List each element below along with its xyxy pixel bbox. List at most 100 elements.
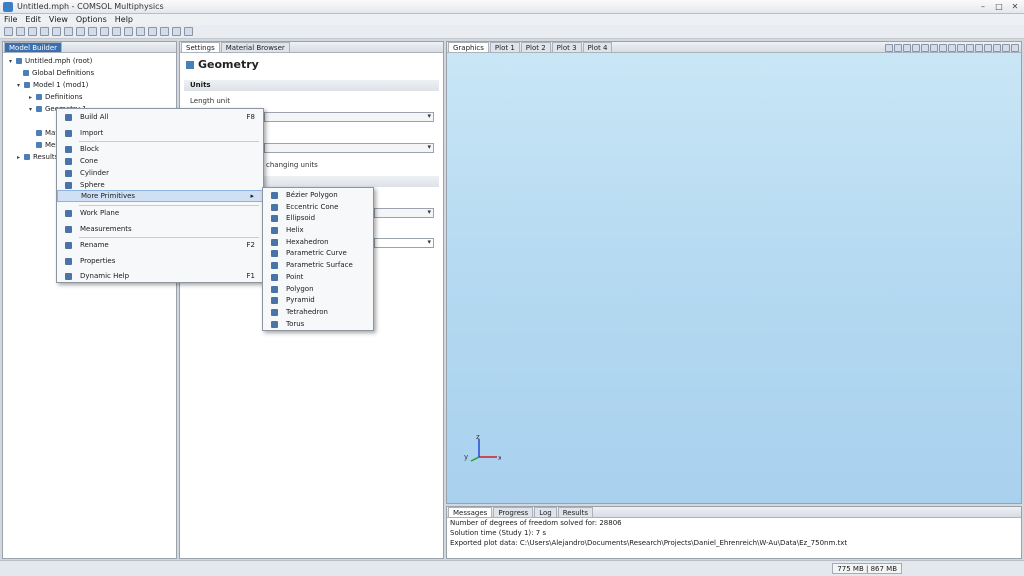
expand-icon[interactable]: ▸ (29, 94, 34, 101)
menu-edit[interactable]: Edit (25, 15, 41, 24)
save-icon[interactable] (28, 27, 37, 36)
minimize-button[interactable]: – (976, 1, 990, 12)
plot-icon[interactable] (160, 27, 169, 36)
submenu-item-helix[interactable]: Helix (263, 224, 373, 236)
zoom-extents-icon[interactable] (912, 43, 920, 52)
wireframe-icon[interactable] (930, 43, 938, 52)
globe-icon (23, 70, 29, 76)
tree-item-definitions[interactable]: ▸ Definitions (29, 93, 83, 101)
expand-icon[interactable]: ▾ (17, 82, 22, 89)
axis-y-label: y (464, 453, 468, 461)
menu-item-rename[interactable]: Rename F2 (57, 239, 263, 251)
zoom-in-icon[interactable] (885, 43, 893, 52)
menu-item-more-primitives[interactable]: More Primitives ▸ (57, 190, 263, 202)
view-zx-icon[interactable] (957, 43, 965, 52)
close-button[interactable]: ✕ (1008, 1, 1022, 12)
main-toolbar (0, 25, 1024, 39)
tab-settings[interactable]: Settings (181, 42, 220, 52)
select-domains-icon[interactable] (966, 43, 974, 52)
menu-item-properties[interactable]: Properties (57, 255, 263, 267)
menu-item-work-plane[interactable]: Work Plane (57, 207, 263, 219)
messages-panel: Messages Progress Log Results Number of … (446, 506, 1022, 559)
select-edges-icon[interactable] (984, 43, 992, 52)
select-points-icon[interactable] (993, 43, 1001, 52)
print-icon[interactable] (40, 27, 49, 36)
tab-progress[interactable]: Progress (493, 507, 534, 517)
units-section-header[interactable]: Units (184, 80, 439, 91)
zoom-out-icon[interactable] (894, 43, 902, 52)
submenu-item-torus[interactable]: Torus (263, 318, 373, 330)
menu-help[interactable]: Help (115, 15, 133, 24)
open-icon[interactable] (16, 27, 25, 36)
expand-icon[interactable]: ▾ (9, 58, 14, 65)
expand-icon[interactable]: ▸ (17, 154, 22, 161)
maximize-button[interactable]: □ (992, 1, 1006, 12)
geometry-icon (186, 60, 194, 69)
tree-item-model[interactable]: ▾ Model 1 (mod1) (17, 81, 88, 89)
tolerance-field[interactable] (374, 238, 434, 248)
tab-graphics[interactable]: Graphics (448, 42, 489, 52)
geometry-representation-select[interactable] (374, 208, 434, 218)
tab-log[interactable]: Log (534, 507, 557, 517)
menu-item-import[interactable]: Import (57, 127, 263, 139)
submenu-item-parametric-surface[interactable]: Parametric Surface (263, 259, 373, 271)
menu-item-block[interactable]: Block (57, 143, 263, 155)
export-icon[interactable] (172, 27, 181, 36)
view-yz-icon[interactable] (948, 43, 956, 52)
menu-bar: File Edit View Options Help (0, 14, 1024, 25)
mesh-icon[interactable] (112, 27, 121, 36)
print-icon[interactable] (1011, 43, 1019, 52)
tab-messages[interactable]: Messages (448, 507, 493, 517)
tab-results[interactable]: Results (557, 507, 593, 517)
length-unit-select[interactable] (264, 112, 434, 122)
transparency-icon[interactable] (921, 43, 929, 52)
window-controls: – □ ✕ (976, 1, 1022, 12)
tab-plot-4[interactable]: Plot 4 (582, 42, 613, 52)
submenu-item-tetrahedron[interactable]: Tetrahedron (263, 306, 373, 318)
build-icon[interactable] (76, 27, 85, 36)
compute-icon[interactable] (136, 27, 145, 36)
screenshot-icon[interactable] (1002, 43, 1010, 52)
geometry-icon[interactable] (100, 27, 109, 36)
submenu-item-bezier-polygon[interactable]: Bézier Polygon (263, 189, 373, 201)
help-icon[interactable] (184, 27, 193, 36)
tree-item-root[interactable]: ▾ Untitled.mph (root) (9, 57, 92, 65)
menu-item-measurements[interactable]: Measurements (57, 223, 263, 235)
submenu-item-pyramid[interactable]: Pyramid (263, 294, 373, 306)
new-icon[interactable] (4, 27, 13, 36)
menu-view[interactable]: View (49, 15, 68, 24)
study-icon[interactable] (124, 27, 133, 36)
tab-plot-3[interactable]: Plot 3 (551, 42, 582, 52)
tab-plot-1[interactable]: Plot 1 (489, 42, 520, 52)
submenu-item-ellipsoid[interactable]: Ellipsoid (263, 212, 373, 224)
file-icon (16, 58, 22, 64)
menu-item-build-all[interactable]: Build All F8 (57, 111, 263, 123)
hexahedron-icon (271, 238, 278, 246)
menu-file[interactable]: File (4, 15, 17, 24)
tab-model-builder[interactable]: Model Builder (4, 42, 62, 52)
menu-item-dynamic-help[interactable]: Dynamic Help F1 (57, 270, 263, 282)
submenu-item-point[interactable]: Point (263, 271, 373, 283)
menu-options[interactable]: Options (76, 15, 107, 24)
more-primitives-submenu: Bézier Polygon Eccentric Cone Ellipsoid … (262, 187, 374, 331)
model-wizard-icon[interactable] (88, 27, 97, 36)
expand-icon[interactable]: ▾ (29, 106, 34, 113)
tree-item-results[interactable]: ▸ Results (17, 153, 58, 161)
zoom-box-icon[interactable] (903, 43, 911, 52)
results-icon[interactable] (148, 27, 157, 36)
work-plane-icon (65, 209, 72, 217)
angular-unit-select[interactable] (264, 143, 434, 153)
select-boundaries-icon[interactable] (975, 43, 983, 52)
tree-item-global-definitions[interactable]: Global Definitions (23, 69, 94, 77)
tab-plot-2[interactable]: Plot 2 (520, 42, 551, 52)
menu-item-cone[interactable]: Cone (57, 155, 263, 167)
graphics-canvas[interactable]: x y z (447, 53, 1021, 503)
menu-item-cylinder[interactable]: Cylinder (57, 167, 263, 179)
view-xy-icon[interactable] (939, 43, 947, 52)
submenu-item-parametric-curve[interactable]: Parametric Curve (263, 247, 373, 259)
import-icon (65, 129, 72, 137)
tab-material-browser[interactable]: Material Browser (220, 42, 290, 52)
messages-console[interactable]: Number of degrees of freedom solved for:… (447, 518, 1021, 558)
redo-icon[interactable] (64, 27, 73, 36)
undo-icon[interactable] (52, 27, 61, 36)
